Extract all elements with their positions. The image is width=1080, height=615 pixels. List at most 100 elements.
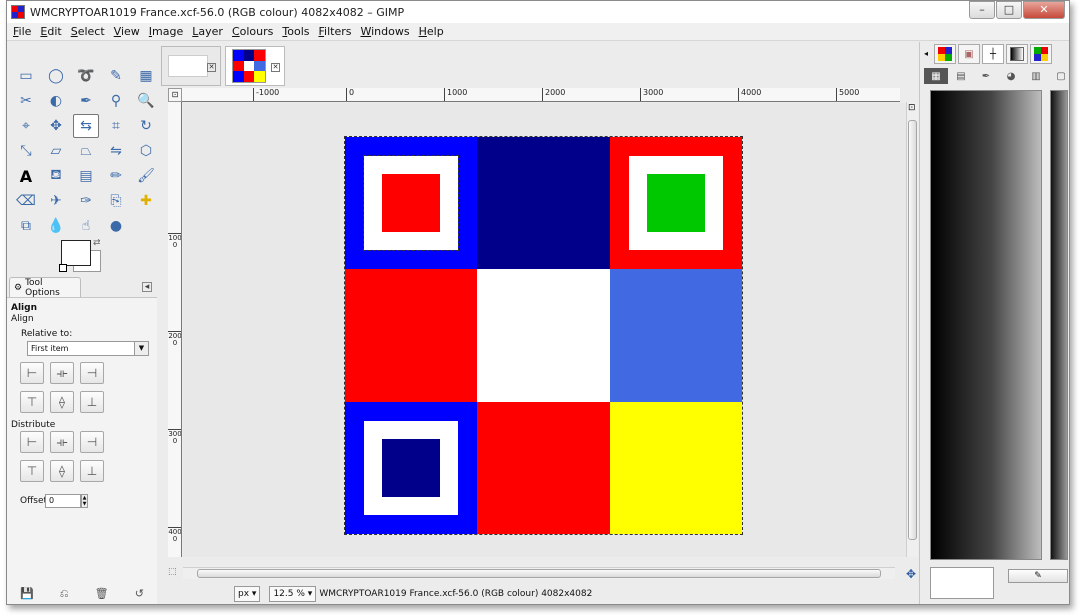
layers-icon[interactable]: ▦	[924, 68, 948, 84]
white-square[interactable]	[363, 155, 459, 251]
cell-middle-left[interactable]	[345, 269, 478, 402]
cell-top-left[interactable]	[345, 137, 478, 270]
close-icon[interactable]: ✕	[207, 63, 216, 72]
zoom-icon[interactable]: 🔍	[133, 89, 159, 113]
heal-icon[interactable]: ✚	[133, 189, 159, 213]
shear-icon[interactable]: ▱	[43, 139, 69, 163]
paths-icon[interactable]: ✒	[73, 89, 99, 113]
reset-options-icon[interactable]: ↺	[135, 587, 144, 601]
menu-colours[interactable]: Colours	[232, 25, 273, 38]
rotate-icon[interactable]: ↻	[133, 114, 159, 138]
align-middle-button[interactable]: ⟠	[50, 391, 74, 413]
vertical-scroll-thumb[interactable]	[908, 120, 917, 540]
offset-input[interactable]: 0	[45, 494, 81, 508]
brush-preview-box[interactable]	[930, 567, 994, 599]
tab-tool-options[interactable]: ⚙ Tool Options	[9, 277, 81, 298]
blend-icon[interactable]: ▤	[73, 164, 99, 188]
pencil-icon[interactable]: ✏	[103, 164, 129, 188]
zoom-select[interactable]: 12.5 % ▾	[269, 586, 317, 602]
close-icon[interactable]: ✕	[271, 63, 280, 72]
delete-options-icon[interactable]: 🗑	[95, 587, 109, 601]
free-select-icon[interactable]: ➰	[73, 64, 99, 88]
airbrush-icon[interactable]: ✈	[43, 189, 69, 213]
cell-bottom-left[interactable]	[345, 401, 478, 534]
dodge-burn-icon[interactable]: ●	[103, 214, 129, 238]
menu-view[interactable]: View	[114, 25, 140, 38]
image-canvas[interactable]	[344, 136, 743, 535]
dock-menu-icon[interactable]: ◂	[924, 44, 932, 64]
blur-icon[interactable]: 💧	[43, 214, 69, 238]
select-by-color-icon[interactable]: ▦	[133, 64, 159, 88]
distribute-left-button[interactable]: ⊢	[20, 431, 44, 453]
color-picker-icon[interactable]: ⚲	[103, 89, 129, 113]
scissors-icon[interactable]: ✂	[13, 89, 39, 113]
align-right-button[interactable]: ⊣	[80, 362, 104, 384]
horizontal-ruler[interactable]: -1000 0 1000 2000 3000 4000 5000	[182, 88, 900, 102]
swap-colors-icon[interactable]: ⇄	[93, 238, 101, 248]
cell-top-center[interactable]	[477, 137, 610, 270]
dock-side-strip[interactable]	[1050, 90, 1068, 560]
move-icon[interactable]: ✥	[43, 114, 69, 138]
white-square[interactable]	[628, 156, 723, 250]
offset-stepper[interactable]: ▲ ▼	[81, 494, 88, 508]
red-square[interactable]	[382, 174, 440, 232]
menu-tools[interactable]: Tools	[282, 25, 309, 38]
images-icon[interactable]: ▢	[1049, 68, 1069, 84]
gradient-preview[interactable]	[930, 90, 1042, 560]
tab-menu-icon[interactable]: ◂	[142, 282, 152, 292]
channels-icon[interactable]: ▤	[949, 68, 973, 84]
zoom-window-icon[interactable]: ⊡	[908, 103, 916, 113]
flip-icon[interactable]: ⇋	[103, 139, 129, 163]
colors-icon[interactable]: ◕	[999, 68, 1023, 84]
horizontal-scroll-thumb[interactable]	[197, 569, 881, 578]
cell-middle-right[interactable]	[609, 269, 742, 402]
default-colors-icon[interactable]	[59, 264, 67, 272]
align-center-button[interactable]: ⟛	[50, 362, 74, 384]
menu-help[interactable]: Help	[419, 25, 444, 38]
cell-top-right[interactable]	[609, 137, 742, 270]
cage-icon[interactable]: ⬡	[133, 139, 159, 163]
align-icon[interactable]: ⇆	[73, 114, 99, 138]
navigate-icon[interactable]: ✥	[906, 567, 916, 581]
close-button[interactable]: ✕	[1023, 1, 1065, 19]
tab-brushes[interactable]: ┼	[982, 44, 1004, 64]
distribute-middle-button[interactable]: ⟠	[50, 460, 74, 482]
scale-icon[interactable]: ⤡	[13, 139, 39, 163]
crop-icon[interactable]: ⌗	[103, 114, 129, 138]
ellipse-select-icon[interactable]: ◯	[43, 64, 69, 88]
maximize-button[interactable]: □	[996, 1, 1022, 19]
relative-to-select[interactable]: First item ▼	[27, 341, 149, 356]
align-bottom-button[interactable]: ⊥	[80, 391, 104, 413]
image-tab-france[interactable]: ✕	[225, 46, 285, 86]
cell-bottom-right[interactable]	[609, 401, 742, 534]
measure-icon[interactable]: ⌖	[13, 114, 39, 138]
perspective-icon[interactable]: ⏢	[73, 139, 99, 163]
cell-bottom-center[interactable]	[477, 401, 610, 534]
green-square[interactable]	[646, 174, 705, 232]
navy-square[interactable]	[382, 438, 440, 497]
align-top-button[interactable]: ⊤	[20, 391, 44, 413]
distribute-bottom-button[interactable]: ⊥	[80, 460, 104, 482]
ink-icon[interactable]: ✑	[73, 189, 99, 213]
paths-panel-icon[interactable]: ✒	[974, 68, 998, 84]
perspective-clone-icon[interactable]: ⧉	[13, 214, 39, 238]
quick-mask-icon[interactable]: ⬚	[168, 567, 177, 577]
distribute-right-button[interactable]: ⊣	[80, 431, 104, 453]
distribute-center-button[interactable]: ⟛	[50, 431, 74, 453]
minimize-button[interactable]: –	[969, 1, 995, 19]
ruler-corner[interactable]: ⊡	[168, 88, 182, 102]
vertical-ruler[interactable]: 1000 2000 3000 4000	[168, 102, 182, 557]
menu-filters[interactable]: Filters	[319, 25, 352, 38]
paintbrush-icon[interactable]: 🖌	[133, 164, 159, 188]
white-square[interactable]	[364, 420, 458, 515]
distribute-top-button[interactable]: ⊤	[20, 460, 44, 482]
menu-file[interactable]: File	[13, 25, 31, 38]
menu-layer[interactable]: Layer	[192, 25, 223, 38]
smudge-icon[interactable]: ☝	[73, 214, 99, 238]
cell-middle-center[interactable]	[477, 269, 610, 402]
bucket-fill-icon[interactable]: ⛾	[43, 164, 69, 188]
fuzzy-select-icon[interactable]: ✎	[103, 64, 129, 88]
restore-options-icon[interactable]: ⎌	[60, 587, 69, 601]
horizontal-scrollbar[interactable]	[183, 567, 895, 579]
foreground-color-swatch[interactable]	[61, 240, 91, 266]
